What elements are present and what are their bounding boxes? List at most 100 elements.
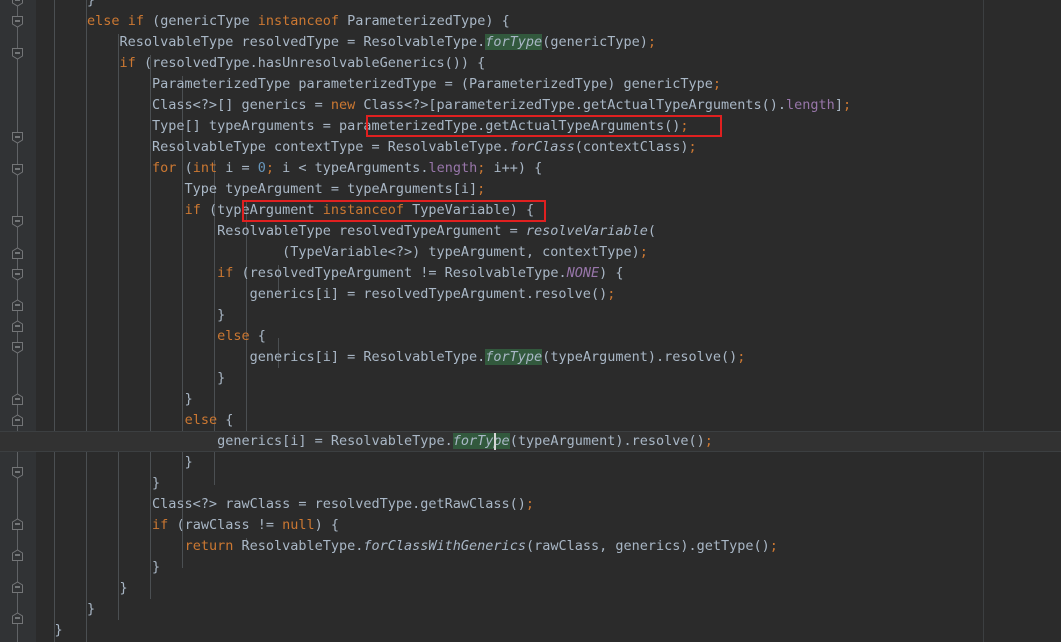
code-editor[interactable]: } else if (genericType instanceof Parame… [0, 0, 1061, 642]
code-token: (typeArgument [200, 202, 323, 218]
code-line[interactable]: } [22, 389, 193, 410]
code-line[interactable]: } [22, 578, 128, 599]
code-token: (typeArgument).resolve() [509, 433, 705, 449]
code-line[interactable]: } [22, 620, 63, 641]
code-content[interactable]: } else if (genericType instanceof Parame… [0, 0, 1061, 642]
code-token: Type[] typeArguments = parameterizedType… [22, 118, 681, 134]
code-line[interactable]: generics[i] = ResolvableType.forType(typ… [22, 431, 713, 452]
code-token: forClass [509, 139, 575, 155]
code-token: i++) { [485, 160, 543, 176]
code-line[interactable]: } [22, 473, 160, 494]
code-token: ; [647, 34, 656, 50]
code-line[interactable]: if (resolvedType.hasUnresolvableGenerics… [22, 53, 486, 74]
code-token: ; [712, 76, 721, 92]
code-line[interactable]: generics[i] = ResolvableType.forType(typ… [22, 347, 745, 368]
occurrence-highlight-token: forType [485, 349, 543, 365]
code-line[interactable]: else if (genericType instanceof Paramete… [22, 11, 510, 32]
code-line[interactable]: if (resolvedTypeArgument != ResolvableTy… [22, 263, 623, 284]
code-line[interactable]: } [22, 452, 193, 473]
code-line[interactable]: } [22, 368, 225, 389]
code-token: { [217, 412, 234, 428]
code-line[interactable]: if (typeArgument instanceof TypeVariable… [22, 200, 535, 221]
code-token: ; [680, 118, 689, 134]
code-token: if [152, 517, 169, 533]
occurrence-highlight-token: forType [452, 433, 510, 449]
code-token: instanceof [257, 13, 340, 29]
code-line[interactable]: generics[i] = resolvedTypeArgument.resol… [22, 284, 616, 305]
code-line[interactable]: ResolvableType resolvedTypeArgument = re… [22, 221, 656, 242]
code-token: ; [639, 244, 648, 260]
code-token: ; [688, 139, 697, 155]
code-line[interactable]: ResolvableType resolvedType = Resolvable… [22, 32, 656, 53]
text-caret [494, 433, 496, 450]
code-line[interactable]: Type typeArgument = typeArguments[i]; [22, 179, 486, 200]
code-line[interactable]: } [22, 0, 95, 11]
code-line[interactable]: if (rawClass != null) { [22, 515, 339, 536]
code-token: ; [842, 97, 852, 113]
code-token: ResolvableType contextType = ResolvableT… [22, 139, 510, 155]
code-token: } [184, 454, 193, 470]
code-token: if [119, 55, 136, 71]
code-token: } [217, 370, 226, 386]
code-token: ; [265, 160, 275, 176]
code-token: generics[i] = ResolvableType. [22, 349, 486, 365]
code-line[interactable]: Type[] typeArguments = parameterizedType… [22, 116, 688, 137]
code-token: } [152, 475, 161, 491]
code-token: ; [607, 286, 616, 302]
code-line[interactable]: ResolvableType contextType = ResolvableT… [22, 137, 697, 158]
code-line[interactable]: } [22, 557, 160, 578]
code-token: generics[i] = resolvedTypeArgument.resol… [22, 286, 608, 302]
code-line[interactable]: Class<?> rawClass = resolvedType.getRawC… [22, 494, 534, 515]
code-token: ; [769, 538, 778, 554]
code-token: forClassWithGenerics [363, 538, 526, 554]
code-token: } [87, 0, 96, 8]
code-token: ResolvableType. [233, 538, 364, 554]
code-line[interactable]: } [22, 305, 225, 326]
code-line[interactable]: (TypeVariable<?>) typeArgument, contextT… [22, 242, 648, 263]
code-line[interactable]: return ResolvableType.forClassWithGeneri… [22, 536, 778, 557]
code-token: } [119, 580, 128, 596]
code-token: int [192, 160, 218, 176]
code-token: } [184, 391, 193, 407]
code-token: ResolvableType resolvedTypeArgument = [22, 223, 526, 239]
code-token: if [217, 265, 234, 281]
code-token: if [184, 202, 201, 218]
code-token: return [184, 538, 234, 554]
code-token: Type typeArgument = typeArguments[i] [22, 181, 478, 197]
code-line[interactable]: Class<?>[] generics = new Class<?>[param… [22, 95, 851, 116]
code-token: 0 [257, 160, 266, 176]
code-token: Class<?>[] generics = [22, 97, 331, 113]
code-token: Class<?> rawClass = resolvedType.getRawC… [22, 496, 526, 512]
code-line[interactable]: else { [22, 326, 266, 347]
code-token: Class<?>[parameterizedType.getActualType… [355, 97, 787, 113]
code-token: } [152, 559, 161, 575]
code-token: ParameterizedType parameterizedType = (P… [22, 76, 713, 92]
code-line[interactable]: ParameterizedType parameterizedType = (P… [22, 74, 721, 95]
code-token: (genericType [143, 13, 258, 29]
code-token: NONE [566, 265, 600, 281]
code-token: null [282, 517, 315, 533]
code-line[interactable]: } [22, 599, 95, 620]
code-token: } [217, 307, 226, 323]
code-line[interactable]: for (int i = 0; i < typeArguments.length… [22, 158, 542, 179]
code-token: (genericType) [542, 34, 648, 50]
code-token: ; [477, 181, 486, 197]
code-token: { [249, 328, 266, 344]
code-line[interactable]: else { [22, 410, 234, 431]
code-token: (typeArgument).resolve() [542, 349, 738, 365]
code-token: ) { [314, 517, 340, 533]
code-token: i = [217, 160, 258, 176]
